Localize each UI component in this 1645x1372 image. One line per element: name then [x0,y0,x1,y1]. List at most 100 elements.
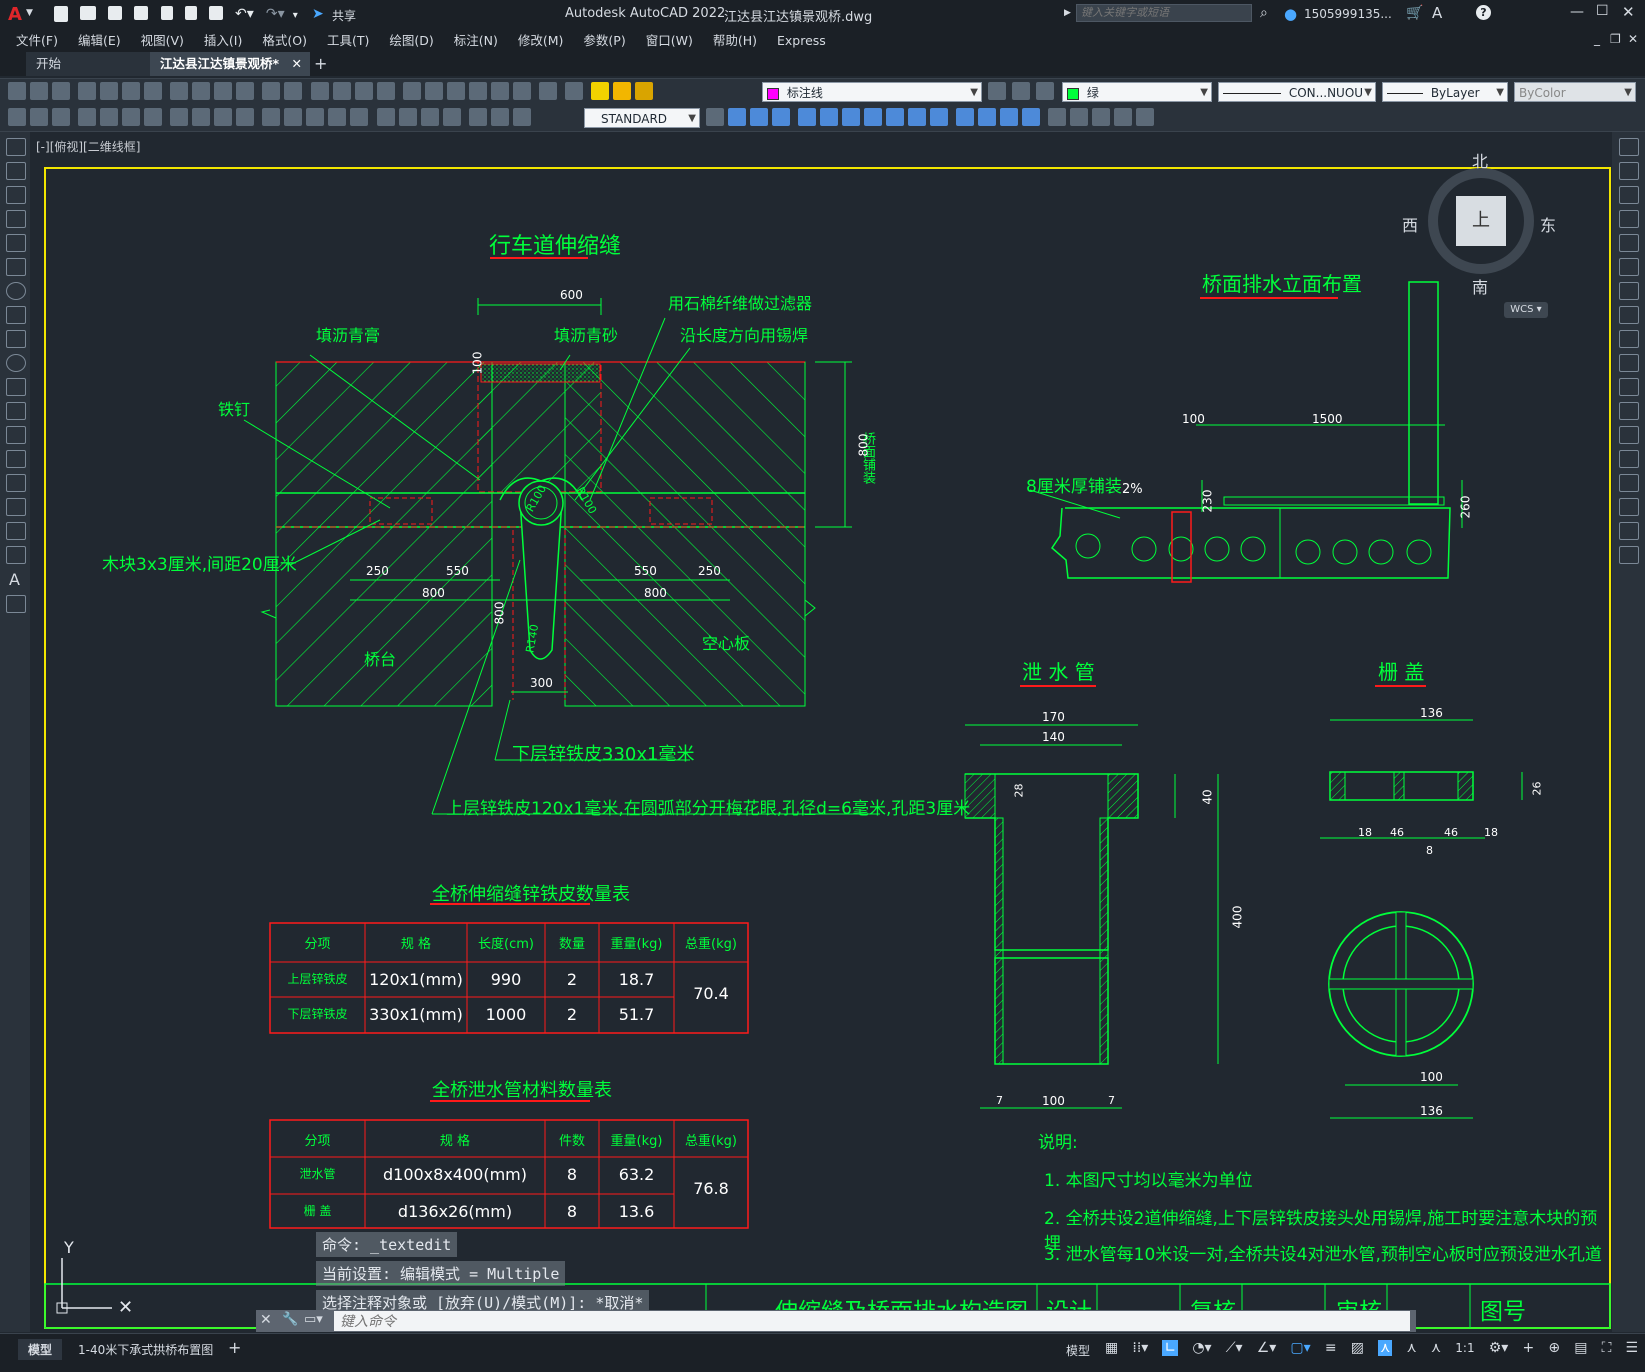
units-icon[interactable]: ⊕ [1548,1340,1560,1356]
new-tab-icon[interactable]: + [314,54,327,73]
extract-edges-icon[interactable] [1092,108,1111,126]
menu-item-9[interactable]: 参数(P) [573,30,635,52]
thicken-icon[interactable] [1000,108,1019,126]
dim-update-icon[interactable] [512,108,531,126]
separate-icon[interactable] [1136,108,1155,126]
save-icon[interactable] [108,6,123,20]
offset-icon[interactable] [1619,210,1639,228]
clean-screen-icon[interactable]: ⛶ [1602,1340,1612,1356]
ortho-icon[interactable]: ∟ [1162,1340,1179,1356]
menu-item-5[interactable]: 工具(T) [317,30,379,52]
new-icon[interactable] [54,6,68,22]
sweep-icon[interactable] [842,108,861,126]
mirror-icon[interactable] [1619,186,1639,204]
save-as-icon[interactable] [134,6,149,20]
copy-icon[interactable] [192,82,211,100]
join-icon[interactable] [1619,450,1639,468]
autocad-logo[interactable]: A [8,4,22,25]
polyline-icon[interactable] [6,186,26,204]
menu-item-8[interactable]: 修改(M) [508,30,574,52]
array-icon[interactable] [1619,234,1639,252]
sheet-set-icon[interactable] [468,82,487,100]
center-mark-icon[interactable] [398,108,417,126]
solid-wedge-icon[interactable] [750,108,768,126]
dim-linear-icon[interactable] [78,108,97,126]
solid-box-icon[interactable] [728,108,746,126]
dim-baseline-icon[interactable] [284,108,303,126]
spline-icon[interactable] [6,330,26,348]
shell-icon[interactable] [1022,108,1041,126]
compass-east[interactable]: 东 [1540,212,1556,236]
plot-icon[interactable] [78,82,97,100]
transparency-icon[interactable]: ▨ [1351,1340,1364,1356]
zoom-realtime-icon[interactable] [332,82,351,100]
layer-walk-icon[interactable] [52,108,70,126]
dim-text-edit-icon[interactable] [490,108,509,126]
solid-cone-icon[interactable] [772,108,790,126]
blend-icon[interactable] [1619,522,1639,540]
web-mobile-icon[interactable] [184,6,197,20]
snap-icon[interactable]: ⁞⁞▾ [1132,1340,1148,1356]
region-icon[interactable] [6,522,26,540]
zoom-window-icon[interactable] [354,82,373,100]
layer-properties-icon[interactable] [564,82,583,100]
menu-item-3[interactable]: 插入(I) [194,30,252,52]
properties-icon[interactable] [402,82,421,100]
menu-item-6[interactable]: 绘图(D) [379,30,443,52]
undo-icon[interactable] [262,82,281,100]
extend-icon[interactable] [1619,378,1639,396]
autodesk-account-icon[interactable]: A [1432,4,1442,22]
dim-aligned-icon[interactable] [100,108,119,126]
subtract-icon[interactable] [930,108,949,126]
add-selected-icon[interactable] [6,595,26,613]
move-icon[interactable] [1619,258,1639,276]
tool-palettes-icon[interactable] [446,82,465,100]
revolve-icon[interactable] [864,108,883,126]
break-at-point-icon[interactable] [1619,402,1639,420]
dim-jogged-icon[interactable] [192,108,211,126]
markup-icon[interactable] [490,82,509,100]
line-icon[interactable] [6,138,26,156]
presspull-icon[interactable] [820,108,839,126]
quickcalc-icon[interactable] [512,82,531,100]
logo-dropdown-icon[interactable]: ▼ [26,8,33,18]
menu-item-4[interactable]: 格式(O) [252,30,317,52]
union-icon[interactable] [908,108,927,126]
extrude-icon[interactable] [798,108,817,126]
command-recent-icon[interactable]: ▭▾ [304,1312,323,1327]
construction-line-icon[interactable] [6,162,26,180]
menu-item-1[interactable]: 编辑(E) [68,30,131,52]
intersect-icon[interactable] [956,108,975,126]
dim-break-icon[interactable] [350,108,369,126]
customization-icon[interactable]: ☰ [1626,1340,1639,1356]
save-icon[interactable] [52,82,70,100]
plot-preview-icon[interactable] [100,82,119,100]
plot-icon[interactable] [208,6,223,20]
lineweight-dropdown[interactable]: ByLayer ▼ [1382,82,1508,102]
compass-west[interactable]: 西 [1402,212,1418,236]
linetype-dropdown[interactable]: CON...NUOU ▼ [1218,82,1376,102]
add-layout-icon[interactable]: + [228,1338,241,1357]
menu-item-0[interactable]: 文件(F) [6,30,68,52]
gradient-icon[interactable] [6,498,26,516]
search-expand-icon[interactable]: ▶ [1064,8,1071,18]
tab-drawing[interactable]: 江达县江达镇景观桥* ✕ [150,52,310,76]
share-icon[interactable]: ➤ [312,6,324,22]
dim-ordinate-icon[interactable] [144,108,163,126]
dim-edit-icon[interactable] [468,108,487,126]
doc-close-icon[interactable]: ✕ [1628,32,1638,46]
hatch-icon[interactable] [6,474,26,492]
layer-dropdown[interactable]: 标注线 ▼ [762,82,982,102]
loft-icon[interactable] [886,108,905,126]
erase-icon[interactable] [1619,138,1639,156]
help-icon[interactable] [538,82,557,100]
redo-icon[interactable] [284,82,303,100]
quick-dim-icon[interactable] [262,108,281,126]
menu-item-11[interactable]: 帮助(H) [703,30,767,52]
lock-icon[interactable] [635,82,654,100]
annotation-visibility-icon[interactable]: ⋏ [1378,1340,1393,1356]
slice-icon[interactable] [978,108,997,126]
paste-icon[interactable] [214,82,233,100]
search-icon[interactable]: ⌕ [1260,5,1268,21]
flatshot-icon[interactable] [1070,108,1089,126]
